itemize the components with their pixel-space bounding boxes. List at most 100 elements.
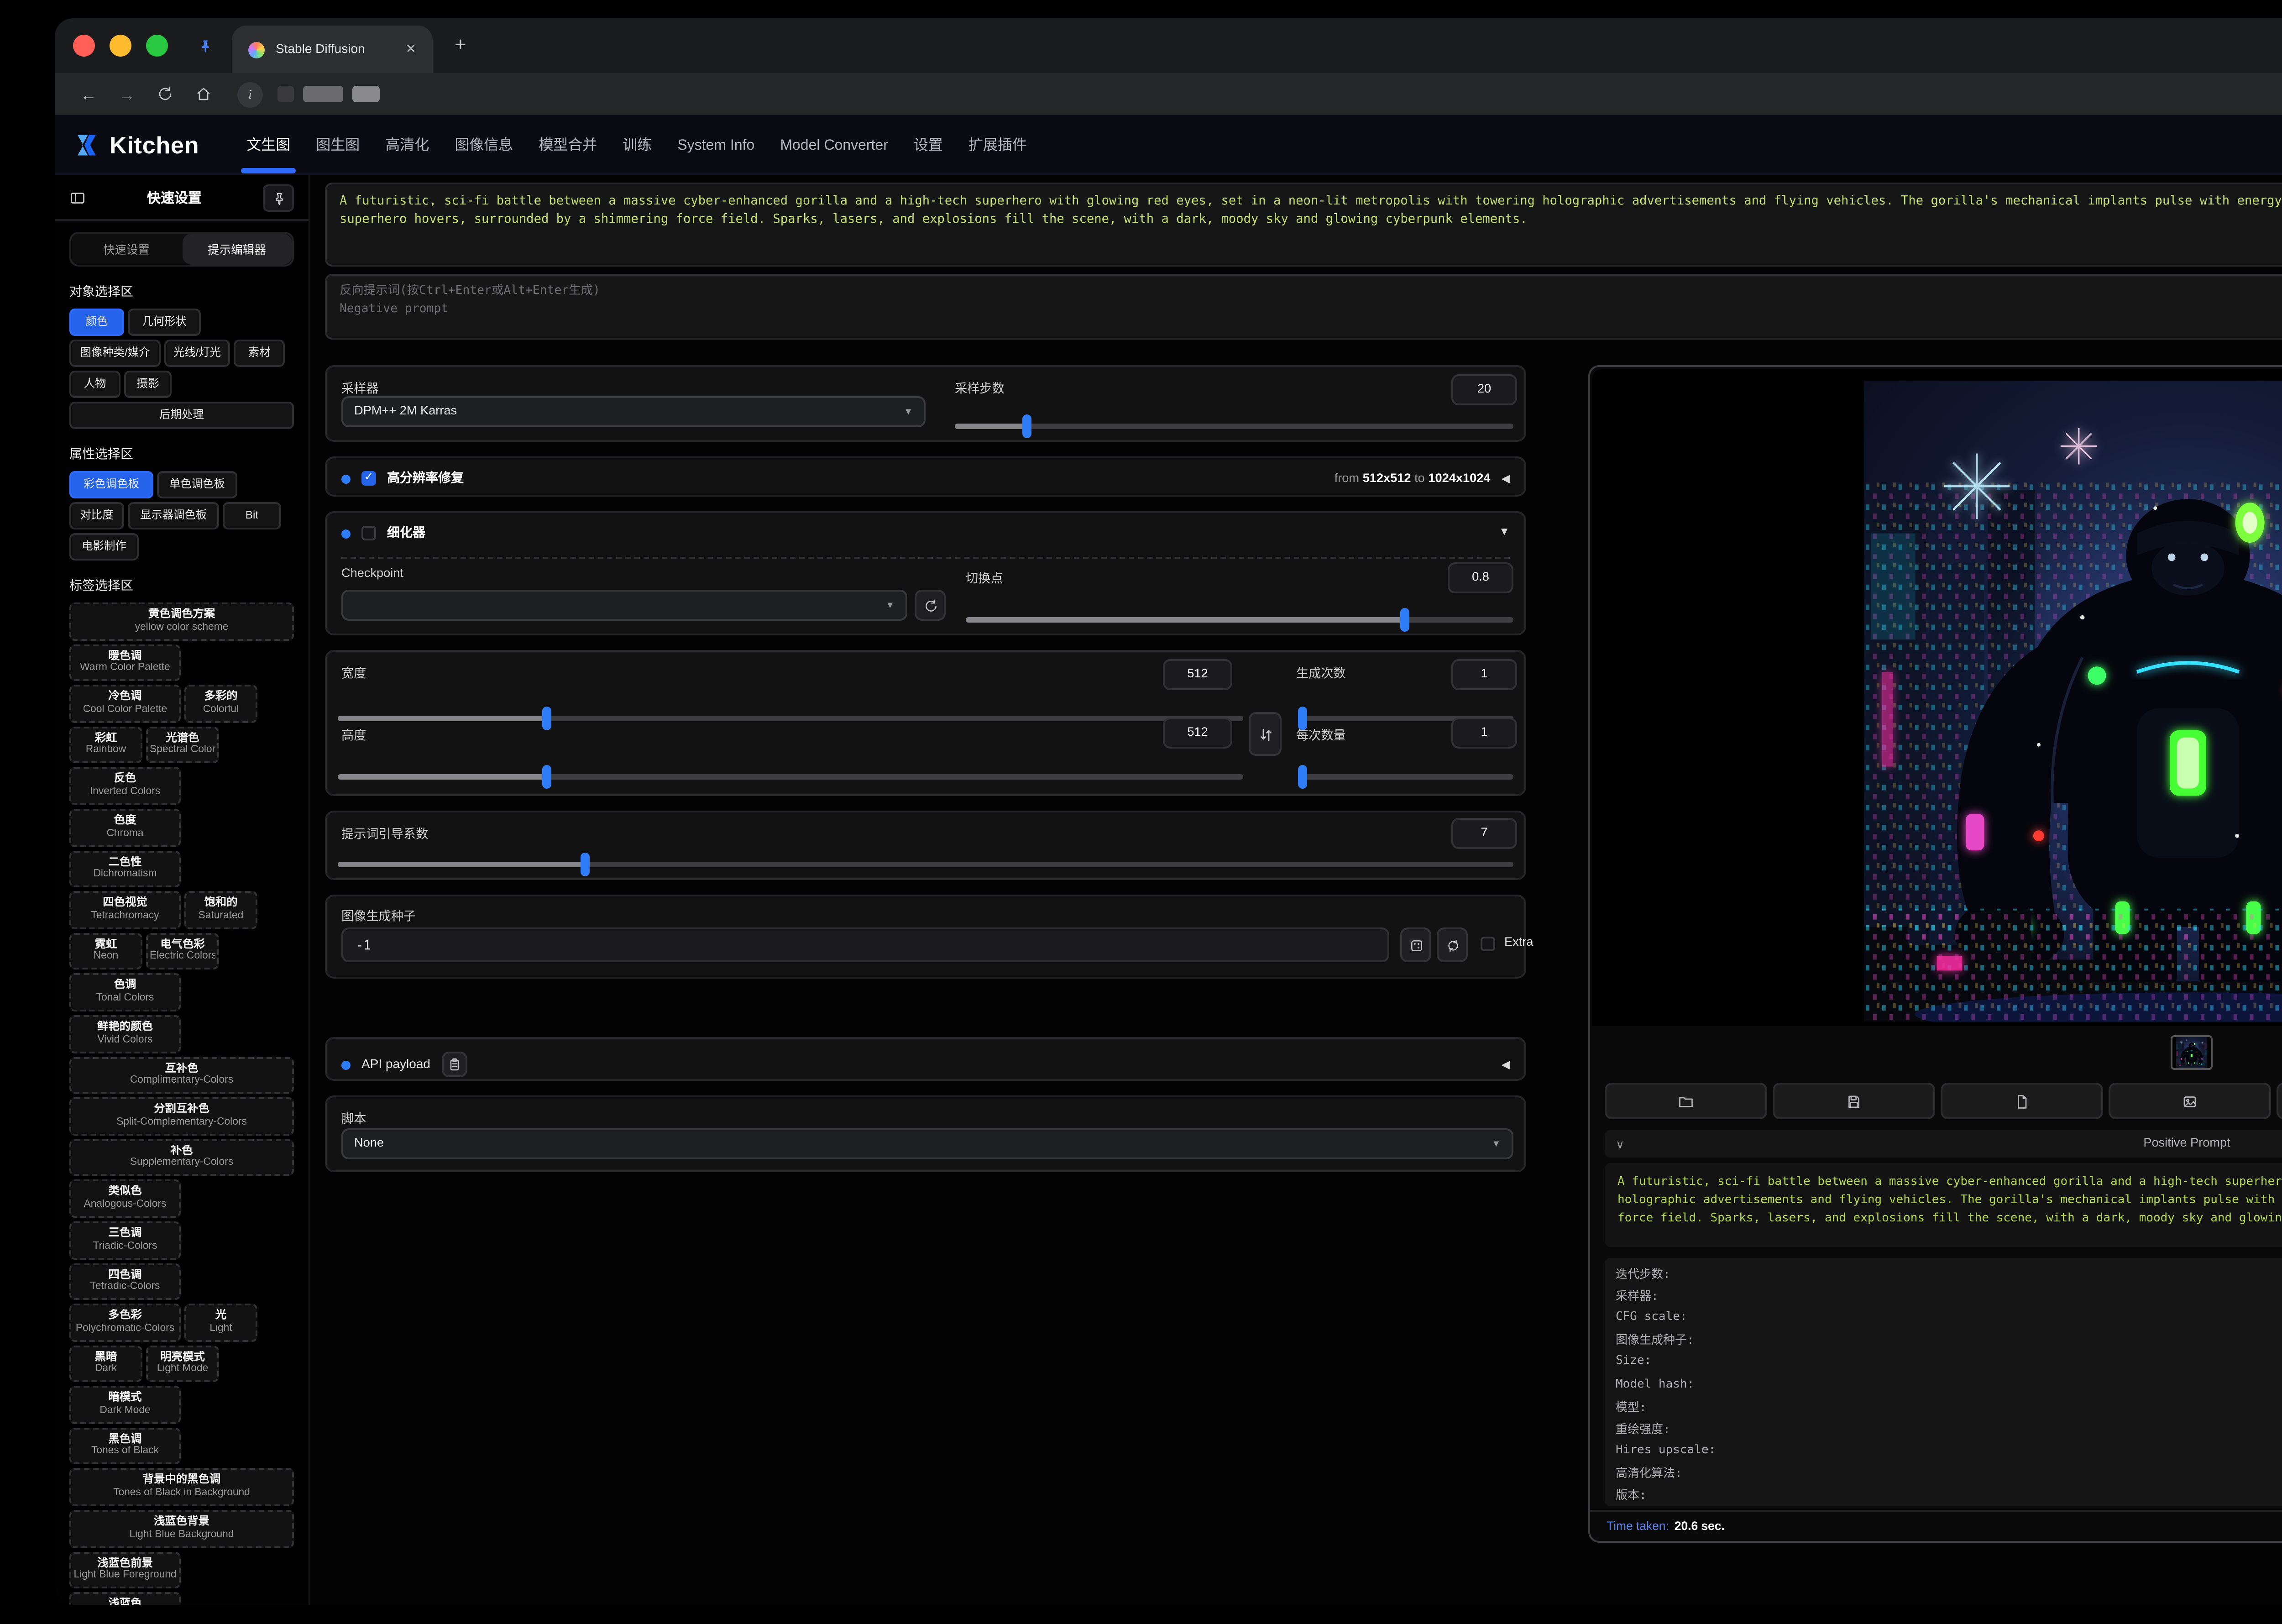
random-seed-dice-button[interactable] [1400,927,1431,962]
positive-prompt-header[interactable]: ∨ Positive Prompt [1605,1130,2282,1158]
back-button[interactable]: ← [80,85,97,103]
checkpoint-refresh-button[interactable] [915,590,946,621]
tag-button[interactable]: 分割互补色 Split-Complementary-Colors [69,1098,294,1135]
attribute-select-button[interactable]: 电影制作 [69,533,139,561]
close-window-button[interactable] [73,35,95,57]
api-copy-clipboard-icon[interactable] [441,1052,467,1077]
nav-tab[interactable]: 训练 [623,134,652,154]
tag-button[interactable]: 互补色 Complimentary-Colors [69,1056,294,1094]
tag-button[interactable]: 黑暗 Dark [69,1345,142,1383]
tag-button[interactable]: 背景中的黑色调 Tones of Black in Background [69,1469,294,1506]
steps-slider[interactable] [955,424,1513,429]
object-select-button[interactable]: 素材 [234,340,285,367]
sidebar-mode-toggle[interactable]: 快速设置 [71,234,182,265]
attribute-select-button[interactable]: 单色调色板 [157,471,237,498]
attribute-select-button[interactable]: 显示器调色板 [128,502,219,529]
tag-button[interactable]: 四色调 Tetradic-Colors [69,1263,181,1300]
height-slider[interactable] [338,774,1243,780]
tag-button[interactable]: 光 Light [184,1304,257,1341]
chevron-down-icon[interactable]: ∨ [1616,1137,1624,1151]
tag-button[interactable]: 霓虹 Neon [69,932,142,970]
batch-count-value-box[interactable]: 1 [1451,659,1517,690]
nav-tab[interactable]: 高清化 [385,134,429,154]
nav-tab[interactable]: 文生图 [246,134,290,154]
nav-tab[interactable]: 图像信息 [455,134,513,154]
reuse-seed-button[interactable] [1437,927,1468,962]
hires-checkbox[interactable]: ✓ [361,471,376,486]
tag-button[interactable]: 反色 Inverted Colors [69,768,181,805]
cfg-slider[interactable] [338,862,1513,867]
nav-tab[interactable]: 图生图 [316,134,360,154]
tag-button[interactable]: 饱和的 Saturated [184,891,257,929]
maximize-window-button[interactable] [146,35,168,57]
pinned-tab-icon[interactable] [197,37,214,54]
object-select-button[interactable]: 光线/灯光 [164,340,230,367]
tag-button[interactable]: 浅蓝色前景 Light Blue Foreground [69,1551,181,1589]
new-tab-button[interactable]: + [455,35,466,57]
switch-point-slider[interactable] [966,617,1513,623]
image-icon[interactable] [2109,1083,2271,1119]
positive-prompt-text[interactable]: A futuristic, sci-fi battle between a ma… [1605,1163,2282,1247]
tag-button[interactable]: 明亮模式 Light Mode [146,1345,219,1383]
batch-size-slider[interactable] [1298,774,1513,780]
tag-button[interactable]: 多色彩 Polychromatic-Colors [69,1304,181,1341]
tag-button[interactable]: 色调 Tonal Colors [69,974,181,1011]
image-thumbnail[interactable] [2171,1035,2213,1070]
hires-collapse-icon[interactable]: ◀ [1502,472,1510,485]
browser-tab[interactable]: Stable Diffusion ✕ [232,26,433,73]
object-select-button[interactable]: 人物 [69,371,120,398]
attribute-select-button[interactable]: 对比度 [69,502,124,529]
tag-button[interactable]: 彩虹 Rainbow [69,726,142,764]
minimize-window-button[interactable] [110,35,131,57]
height-value-box[interactable]: 512 [1163,718,1232,749]
script-dropdown[interactable]: None▼ [341,1128,1513,1159]
forward-button[interactable]: → [119,85,135,103]
cfg-value-box[interactable]: 7 [1451,818,1517,849]
folder-icon[interactable] [1605,1083,1767,1119]
nav-tab[interactable]: 设置 [914,134,943,154]
nav-tab[interactable]: System Info [677,136,754,152]
reload-button[interactable] [157,86,173,102]
nav-tab[interactable]: 扩展插件 [968,134,1027,154]
tag-button[interactable]: 黄色调色方案 yellow color scheme [69,602,294,640]
swap-dimensions-button[interactable] [1249,712,1282,756]
sampler-dropdown[interactable]: DPM++ 2M Karras▼ [341,396,926,427]
tag-button[interactable]: 三色调 Triadic-Colors [69,1221,181,1259]
tag-button[interactable]: 色度 Chroma [69,809,181,846]
prompt-textarea[interactable]: A futuristic, sci-fi battle between a ma… [325,183,2282,267]
tag-button[interactable]: 多彩的 Colorful [184,685,257,723]
tag-button[interactable]: 光谱色 Spectral Color [146,726,219,764]
site-info-icon[interactable]: i [237,81,263,107]
tag-button[interactable]: 黑色调 Tones of Black [69,1428,181,1465]
attribute-select-button[interactable]: 彩色调色板 [69,471,153,498]
file-icon[interactable] [1941,1083,2103,1119]
refiner-checkbox[interactable] [361,526,376,540]
width-slider[interactable] [338,716,1243,721]
switch-point-value-box[interactable]: 0.8 [1448,562,1513,593]
negative-prompt-textarea[interactable]: 反向提示词(按Ctrl+Enter或Alt+Enter生成) Negative … [325,274,2282,340]
tag-button[interactable]: 电气色彩 Electric Colors [146,932,219,970]
steps-value-box[interactable]: 20 [1451,374,1517,405]
nav-tab[interactable]: 模型合并 [539,134,597,154]
tag-button[interactable]: 浅蓝色背景 Light Blue Background [69,1510,294,1547]
seed-input[interactable]: -1 [341,927,1389,962]
api-collapse-icon[interactable]: ◀ [1502,1058,1510,1071]
tag-button[interactable]: 鲜艳的颜色 Vivid Colors [69,1015,181,1053]
sidebar-mode-toggle[interactable]: 提示编辑器 [182,234,292,265]
extra-seed-checkbox[interactable] [1481,937,1495,951]
pin-button[interactable] [263,184,294,212]
attribute-select-button[interactable]: Bit [223,502,281,529]
object-select-button[interactable]: 后期处理 [69,402,294,429]
generated-image[interactable] [1864,380,2282,1022]
collapse-panel-icon[interactable] [69,190,86,206]
save-icon[interactable] [1773,1083,1935,1119]
pencil-icon[interactable] [2277,1083,2282,1119]
checkpoint-dropdown[interactable]: ▼ [341,590,907,621]
tag-button[interactable]: 四色视觉 Tetrachromacy [69,891,181,929]
tag-button[interactable]: 类似色 Analogous-Colors [69,1180,181,1217]
tag-button[interactable]: 冷色调 Cool Color Palette [69,685,181,723]
tag-button[interactable]: 补色 Supplementary-Colors [69,1139,294,1176]
object-select-button[interactable]: 颜色 [69,309,124,336]
nav-tab[interactable]: Model Converter [780,136,888,152]
tag-button[interactable]: 浅蓝色 Light Blue [69,1593,181,1605]
